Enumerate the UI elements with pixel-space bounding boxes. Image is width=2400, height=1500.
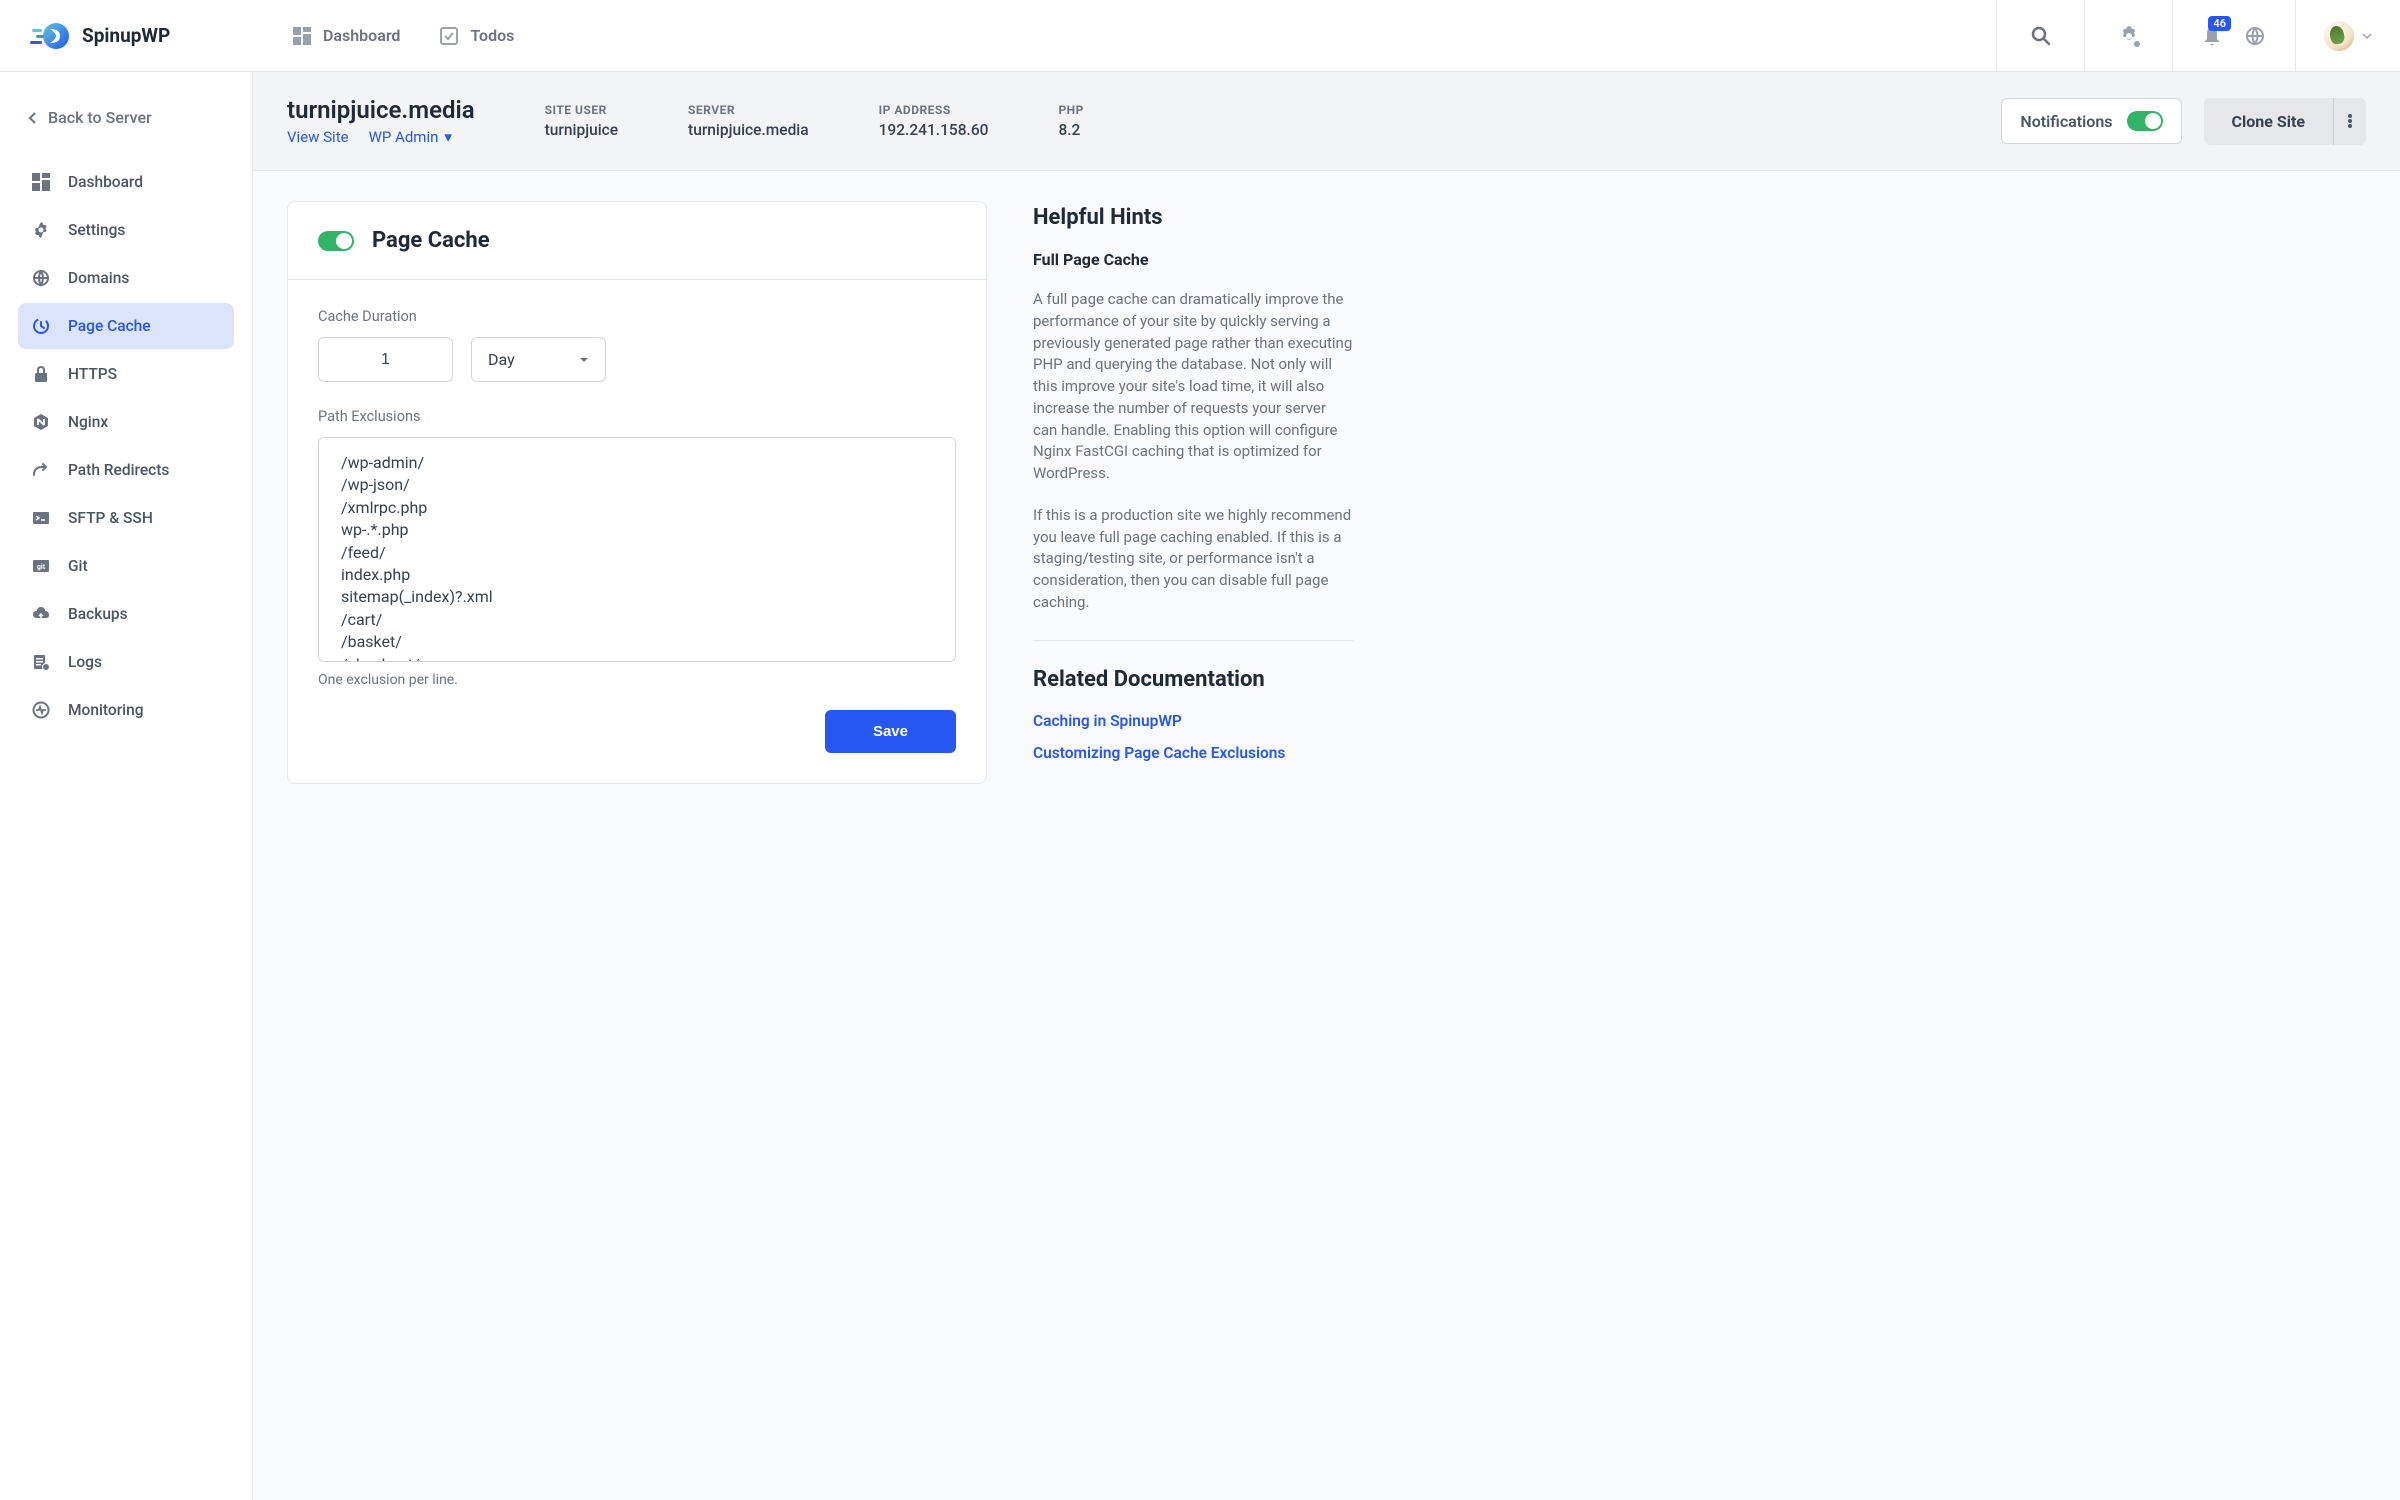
notifications-label: Notifications bbox=[2020, 112, 2112, 131]
notifications-toggle-box: Notifications bbox=[2001, 98, 2181, 144]
cache-duration-input[interactable] bbox=[318, 337, 453, 382]
sidebar-item-settings[interactable]: Settings bbox=[18, 207, 234, 253]
sidebar: Back to Server Dashboard Settings Domain… bbox=[0, 72, 253, 1500]
sidebar-item-label: Monitoring bbox=[68, 701, 144, 719]
meta-site-user: SITE USER turnipjuice bbox=[545, 103, 618, 139]
dashboard-icon bbox=[32, 173, 50, 191]
main-content: turnipjuice.media View Site WP Admin▾ SI… bbox=[253, 72, 2400, 1500]
sidebar-item-label: Domains bbox=[68, 269, 129, 287]
meta-php: PHP 8.2 bbox=[1058, 103, 1083, 139]
sidebar-item-page-cache[interactable]: Page Cache bbox=[18, 303, 234, 349]
sidebar-item-https[interactable]: HTTPS bbox=[18, 351, 234, 397]
logs-icon bbox=[32, 653, 50, 671]
hints-title: Helpful Hints bbox=[1033, 205, 1353, 230]
page-cache-card: Page Cache Cache Duration Day Path Exclu… bbox=[287, 201, 987, 784]
user-menu[interactable] bbox=[2295, 0, 2400, 71]
notifications-button[interactable]: 46 bbox=[2203, 26, 2221, 46]
chevron-down-icon: ▾ bbox=[444, 128, 452, 146]
sidebar-item-label: Backups bbox=[68, 605, 128, 623]
sidebar-item-label: Git bbox=[68, 557, 88, 575]
sidebar-item-domains[interactable]: Domains bbox=[18, 255, 234, 301]
selected-unit: Day bbox=[488, 350, 515, 369]
header: SpinupWP Dashboard Todos 46 bbox=[0, 0, 2400, 72]
sidebar-item-git[interactable]: git Git bbox=[18, 543, 234, 589]
settings-button[interactable] bbox=[2084, 0, 2172, 71]
back-to-server[interactable]: Back to Server bbox=[18, 96, 234, 159]
lock-icon bbox=[32, 365, 50, 383]
brand-logo-icon bbox=[30, 21, 72, 51]
wp-admin-link[interactable]: WP Admin▾ bbox=[369, 128, 452, 146]
meta-server: SERVER turnipjuice.media bbox=[688, 103, 809, 139]
nav-todos[interactable]: Todos bbox=[440, 26, 514, 45]
page-cache-title: Page Cache bbox=[372, 228, 490, 253]
chevron-down-icon bbox=[2362, 33, 2372, 39]
sidebar-item-label: Logs bbox=[68, 653, 102, 671]
meta-ip: IP ADDRESS 192.241.158.60 bbox=[879, 103, 989, 139]
logo[interactable]: SpinupWP bbox=[0, 21, 253, 51]
clone-site-button[interactable]: Clone Site bbox=[2204, 98, 2333, 145]
divider bbox=[1033, 640, 1353, 641]
helpful-hints: Helpful Hints Full Page Cache A full pag… bbox=[1033, 201, 1353, 776]
site-title: turnipjuice.media bbox=[287, 96, 475, 124]
hints-paragraph: If this is a production site we highly r… bbox=[1033, 505, 1353, 614]
nav-todos-label: Todos bbox=[470, 26, 514, 45]
chevron-down-icon bbox=[579, 357, 589, 363]
sidebar-item-monitoring[interactable]: Monitoring bbox=[18, 687, 234, 733]
sidebar-item-label: SFTP & SSH bbox=[68, 509, 153, 527]
brand-name: SpinupWP bbox=[82, 24, 170, 47]
save-button[interactable]: Save bbox=[825, 710, 956, 753]
gear-icon bbox=[2118, 25, 2140, 47]
doc-link-caching[interactable]: Caching in SpinupWP bbox=[1033, 712, 1353, 730]
sidebar-item-path-redirects[interactable]: Path Redirects bbox=[18, 447, 234, 493]
cloud-upload-icon bbox=[32, 605, 50, 623]
notifications-badge: 46 bbox=[2208, 16, 2231, 31]
more-icon bbox=[2348, 113, 2352, 129]
globe-icon bbox=[32, 269, 50, 287]
page-cache-toggle[interactable] bbox=[318, 231, 354, 251]
todos-icon bbox=[440, 27, 458, 45]
sidebar-item-logs[interactable]: Logs bbox=[18, 639, 234, 685]
exclusions-hint: One exclusion per line. bbox=[318, 672, 956, 688]
globe-icon bbox=[2245, 26, 2265, 46]
cache-duration-unit-select[interactable]: Day bbox=[471, 337, 606, 382]
back-label: Back to Server bbox=[48, 108, 152, 127]
docs-title: Related Documentation bbox=[1033, 667, 1353, 692]
sidebar-item-label: Nginx bbox=[68, 413, 108, 431]
notifications-toggle[interactable] bbox=[2127, 111, 2163, 131]
doc-link-exclusions[interactable]: Customizing Page Cache Exclusions bbox=[1033, 744, 1353, 762]
hints-paragraph: A full page cache can dramatically impro… bbox=[1033, 289, 1353, 485]
search-icon bbox=[2031, 26, 2051, 46]
sidebar-item-label: Path Redirects bbox=[68, 461, 169, 479]
sidebar-item-label: Dashboard bbox=[68, 173, 143, 191]
sidebar-item-label: HTTPS bbox=[68, 365, 117, 383]
cache-duration-label: Cache Duration bbox=[318, 308, 956, 325]
path-exclusions-label: Path Exclusions bbox=[318, 408, 956, 425]
path-exclusions-textarea[interactable] bbox=[318, 437, 956, 662]
sidebar-item-sftp-ssh[interactable]: SFTP & SSH bbox=[18, 495, 234, 541]
git-icon: git bbox=[32, 557, 50, 575]
clone-site-dropdown[interactable] bbox=[2333, 98, 2366, 145]
sidebar-item-label: Settings bbox=[68, 221, 125, 239]
view-site-link[interactable]: View Site bbox=[287, 128, 349, 146]
nav-dashboard-label: Dashboard bbox=[323, 26, 400, 45]
monitoring-icon bbox=[32, 701, 50, 719]
sidebar-item-label: Page Cache bbox=[68, 317, 151, 335]
dashboard-icon bbox=[293, 27, 311, 45]
gear-icon bbox=[32, 221, 50, 239]
site-header: turnipjuice.media View Site WP Admin▾ SI… bbox=[253, 72, 2400, 171]
globe-button[interactable] bbox=[2245, 26, 2265, 46]
chevron-left-icon bbox=[28, 112, 36, 124]
sidebar-item-dashboard[interactable]: Dashboard bbox=[18, 159, 234, 205]
hints-subtitle: Full Page Cache bbox=[1033, 250, 1353, 269]
redirect-icon bbox=[32, 461, 50, 479]
nginx-icon bbox=[32, 413, 50, 431]
sidebar-item-nginx[interactable]: Nginx bbox=[18, 399, 234, 445]
sidebar-item-backups[interactable]: Backups bbox=[18, 591, 234, 637]
nav-dashboard[interactable]: Dashboard bbox=[293, 26, 400, 45]
search-button[interactable] bbox=[1996, 0, 2084, 71]
avatar bbox=[2324, 21, 2354, 51]
terminal-icon bbox=[32, 509, 50, 527]
svg-text:git: git bbox=[37, 563, 46, 571]
cache-icon bbox=[32, 317, 50, 335]
